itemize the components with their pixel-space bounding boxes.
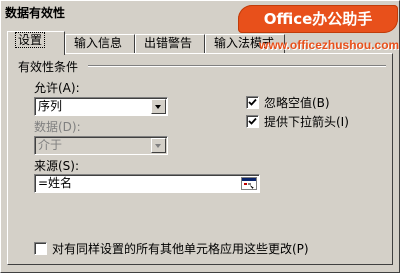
tab-settings-label: 设置 bbox=[14, 32, 46, 48]
watermark-url: www.officezhushou.com bbox=[259, 38, 400, 52]
data-dropdown-button bbox=[151, 138, 166, 153]
allow-select-value: 序列 bbox=[38, 99, 63, 113]
watermark-badge: Office办公助手 bbox=[238, 5, 398, 33]
data-select-value: 介于 bbox=[38, 138, 63, 152]
chevron-down-icon bbox=[155, 105, 161, 109]
allow-select[interactable]: 序列 bbox=[34, 97, 168, 116]
chevron-down-icon bbox=[155, 144, 161, 148]
source-input-value: =姓名 bbox=[38, 176, 73, 190]
data-select: 介于 bbox=[34, 136, 168, 155]
tab-input-message-label: 输入信息 bbox=[74, 36, 123, 50]
source-input[interactable]: =姓名 bbox=[34, 174, 260, 193]
apply-all-label: 对有同样设置的所有其他单元格应用这些更改(P) bbox=[52, 242, 309, 256]
source-label: 来源(S): bbox=[34, 159, 80, 173]
ignore-blank-checkbox[interactable] bbox=[246, 96, 259, 109]
group-divider bbox=[88, 65, 386, 67]
data-validation-dialog: 数据有效性 Office办公助手 设置 输入信息 出错警告 输入法模式 www.… bbox=[0, 0, 400, 273]
ignore-blank-label: 忽略空值(B) bbox=[264, 96, 330, 110]
tab-settings[interactable]: 设置 bbox=[7, 31, 65, 55]
tab-error-alert[interactable]: 出错警告 bbox=[135, 34, 205, 53]
data-label: 数据(D): bbox=[34, 120, 81, 134]
tab-error-alert-label: 出错警告 bbox=[144, 36, 193, 50]
settings-panel: 有效性条件 允许(A): 序列 数据(D): 介于 来源(S): =姓名 忽略空… bbox=[7, 53, 393, 265]
allow-dropdown-button[interactable] bbox=[151, 99, 166, 114]
in-cell-dropdown-label: 提供下拉箭头(I) bbox=[264, 115, 349, 129]
apply-all-checkbox[interactable] bbox=[34, 242, 47, 255]
tab-input-message[interactable]: 输入信息 bbox=[65, 34, 135, 53]
group-label: 有效性条件 bbox=[18, 60, 79, 74]
allow-label: 允许(A): bbox=[34, 81, 80, 95]
dialog-title: 数据有效性 bbox=[5, 6, 66, 20]
collapse-dialog-icon[interactable] bbox=[241, 177, 257, 190]
in-cell-dropdown-checkbox[interactable] bbox=[246, 115, 259, 128]
